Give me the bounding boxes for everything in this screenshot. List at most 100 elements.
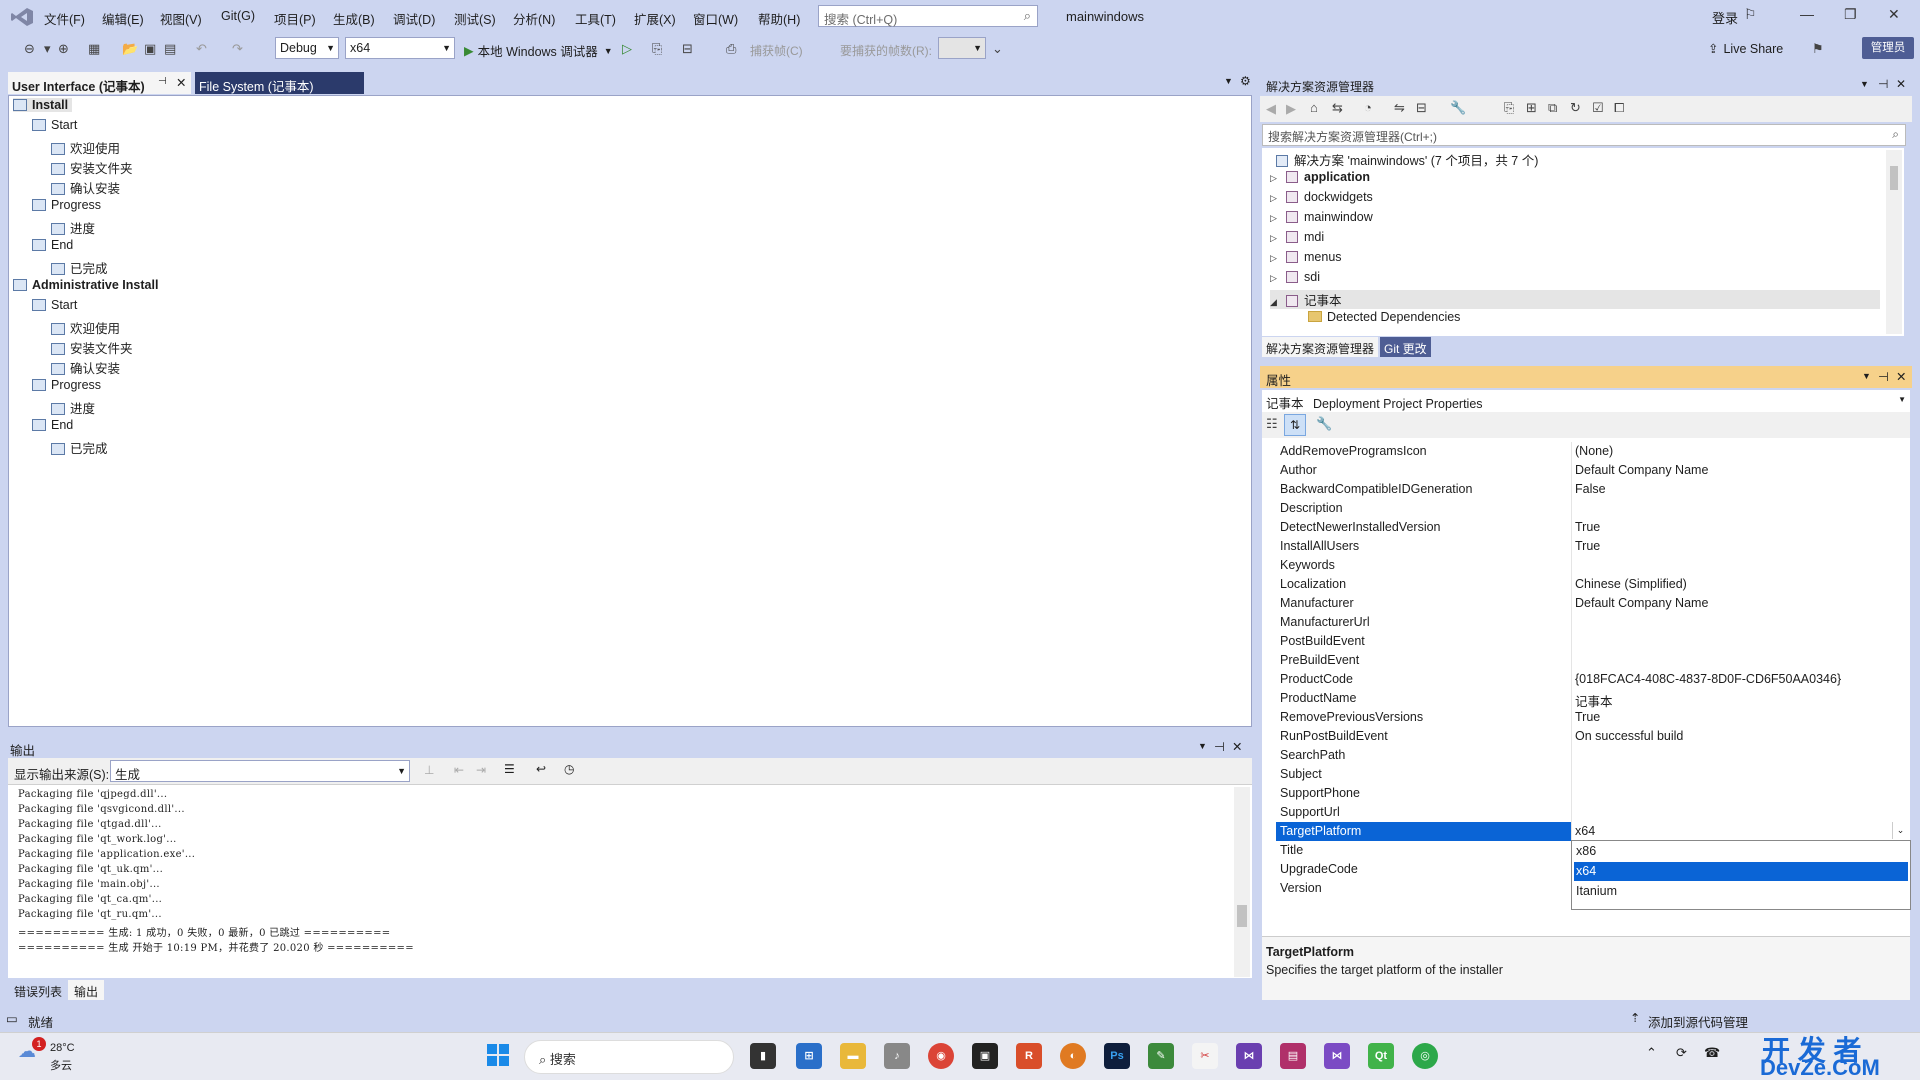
ui-tree-node[interactable]: 安装文件夹 (51, 158, 133, 177)
categorized-icon[interactable]: ☷ (1266, 416, 1278, 432)
se-forward-icon[interactable]: ▶ (1286, 101, 1296, 117)
se-pin-icon[interactable]: ⊣ (1878, 77, 1888, 91)
property-value[interactable]: Default Company Name (1575, 596, 1708, 610)
property-value[interactable]: {018FCAC4-408C-4837-8D0F-CD6F50AA0346} (1575, 672, 1841, 686)
property-row[interactable]: PreBuildEvent (1262, 651, 1910, 670)
restore-icon[interactable]: ❐ (1844, 6, 1857, 23)
dropdown-arrow-icon[interactable]: ▾ (44, 41, 51, 57)
property-pages-wrench-icon[interactable]: 🔧 (1316, 416, 1332, 432)
ui-tree-node[interactable]: Start (32, 298, 77, 312)
close-tab-icon[interactable]: ✕ (176, 75, 186, 90)
tab-solution-explorer[interactable]: 解决方案资源管理器 (1262, 337, 1379, 357)
properties-wrench-icon[interactable]: 🔧 (1450, 100, 1466, 116)
property-row[interactable]: SupportUrl (1262, 803, 1910, 822)
output-dropdown-icon[interactable]: ▼ (1198, 741, 1207, 751)
new-project-icon[interactable]: ▦ (88, 41, 100, 57)
project-node[interactable]: ▷ sdi (1270, 270, 1320, 284)
switch-views-icon[interactable]: ⇆ (1332, 100, 1343, 116)
ui-tree-node[interactable]: Progress (32, 378, 101, 392)
collapse-all-icon[interactable]: ⊟ (1416, 100, 1427, 116)
output-source-select[interactable]: 生成 ▼ (110, 760, 410, 782)
tab-file-system[interactable]: File System (记事本) (195, 72, 364, 94)
back-icon[interactable]: ⊖ (24, 41, 35, 57)
property-value[interactable]: x64 (1575, 824, 1595, 838)
se-close-icon[interactable]: ✕ (1896, 77, 1906, 91)
home-icon[interactable]: ⌂ (1310, 100, 1318, 115)
live-share-button[interactable]: ⇪ Live Share (1708, 41, 1783, 57)
project-node[interactable]: ▷ mdi (1270, 230, 1324, 244)
settings-gear-icon[interactable]: ⚙ (1240, 74, 1251, 88)
project-node[interactable]: ◢ 记事本 (1270, 290, 1880, 309)
browser-link-icon[interactable]: ⎘ (652, 41, 662, 57)
start-without-debug-icon[interactable]: ▷ (622, 41, 632, 57)
pending-changes-icon[interactable]: ◔ (1364, 100, 1372, 115)
ui-tree-node[interactable]: 进度 (51, 218, 95, 237)
collapsed-arrow-icon[interactable]: ▷ (1270, 273, 1286, 284)
account-icon[interactable]: ⚐ (1744, 6, 1757, 23)
se-dropdown-icon[interactable]: ▼ (1860, 79, 1869, 89)
menu-item[interactable]: 文件(F) (44, 9, 85, 28)
output-pin-icon[interactable]: ⊣ (1214, 739, 1225, 754)
editor-icon[interactable]: ⧠ (1614, 100, 1624, 116)
ui-tree-node[interactable]: End (32, 238, 73, 252)
layout-icon[interactable]: ⊟ (682, 41, 693, 57)
visual-studio-icon[interactable]: ⋈ (1236, 1043, 1262, 1069)
show-all-files-icon[interactable]: ⎘ (1504, 100, 1514, 116)
property-row[interactable]: BackwardCompatibleIDGeneration False (1262, 480, 1910, 499)
tray-chevron-up-icon[interactable]: ⌃ (1646, 1045, 1657, 1061)
menu-item[interactable]: 调试(D) (393, 9, 435, 28)
property-row[interactable]: Localization Chinese (Simplified) (1262, 575, 1910, 594)
toolbar-overflow-icon[interactable]: ⌄ (992, 41, 1003, 57)
output-text-area[interactable]: Packaging file 'qjpegd.dll'... Packaging … (8, 784, 1252, 978)
menu-item[interactable]: 视图(V) (160, 9, 202, 28)
property-row[interactable]: ProductName 记事本 (1262, 689, 1910, 709)
collapsed-arrow-icon[interactable]: ▷ (1270, 193, 1286, 204)
property-row[interactable]: PostBuildEvent (1262, 632, 1910, 651)
menu-item[interactable]: 测试(S) (454, 9, 496, 28)
notes-icon[interactable]: ✎ (1148, 1043, 1174, 1069)
next-message-icon[interactable]: ⇥ (476, 763, 486, 777)
menu-item[interactable]: 扩展(X) (634, 9, 676, 28)
se-scroll-thumb[interactable] (1890, 166, 1898, 190)
menu-item[interactable]: 分析(N) (513, 9, 555, 28)
prop-pin-icon[interactable]: ⊣ (1878, 369, 1889, 384)
clock-icon[interactable]: ◷ (564, 762, 574, 776)
property-value[interactable]: On successful build (1575, 729, 1683, 743)
refresh-icon[interactable]: ↻ (1570, 100, 1581, 116)
file-explorer-icon[interactable]: ▬ (840, 1043, 866, 1069)
mic-app-icon[interactable]: ♪ (884, 1043, 910, 1069)
ui-tree-node[interactable]: Administrative Install (13, 278, 158, 292)
option-x64[interactable]: x64 (1574, 862, 1908, 881)
property-row[interactable]: TargetPlatform x64 (1262, 822, 1910, 841)
frames-select[interactable]: ▼ (938, 37, 986, 59)
collapsed-arrow-icon[interactable]: ▷ (1270, 233, 1286, 244)
ui-tree-node[interactable]: 安装文件夹 (51, 338, 133, 357)
start-debugger-button[interactable]: ▶ 本地 Windows 调试器 ▼ (464, 41, 613, 60)
property-row[interactable]: InstallAllUsers True (1262, 537, 1910, 556)
tab-list-dropdown-icon[interactable]: ▼ (1224, 76, 1233, 86)
alphabetical-icon[interactable]: ⇅ (1284, 414, 1306, 436)
minimize-icon[interactable]: — (1800, 6, 1814, 22)
jetbrains-icon[interactable]: ▤ (1280, 1043, 1306, 1069)
camera-icon[interactable]: ⎙ (726, 41, 736, 57)
chrome-icon[interactable]: ◉ (928, 1043, 954, 1069)
ui-tree-node[interactable]: 欢迎使用 (51, 138, 120, 157)
collapsed-arrow-icon[interactable]: ▷ (1270, 173, 1286, 184)
menu-item[interactable]: 工具(T) (575, 9, 616, 28)
view-code-icon[interactable]: ⧉ (1548, 100, 1557, 116)
ui-tree-node[interactable]: 欢迎使用 (51, 318, 120, 337)
property-value[interactable]: (None) (1575, 444, 1613, 458)
close-icon[interactable]: ✕ (1888, 6, 1900, 23)
undo-icon[interactable]: ↶ (196, 41, 207, 57)
photoshop-icon[interactable]: Ps (1104, 1043, 1130, 1069)
menu-item[interactable]: 编辑(E) (102, 9, 144, 28)
property-value[interactable]: Chinese (Simplified) (1575, 577, 1687, 591)
se-scrollbar[interactable] (1886, 150, 1902, 334)
snipping-tool-icon[interactable]: ✂ (1192, 1043, 1218, 1069)
clear-all-icon[interactable]: ☰ (504, 762, 515, 776)
project-node[interactable]: ▷ application (1270, 170, 1370, 184)
detected-dependencies-node[interactable]: Detected Dependencies (1308, 310, 1460, 324)
property-row[interactable]: ManufacturerUrl (1262, 613, 1910, 632)
output-scrollbar[interactable] (1234, 787, 1250, 977)
menu-item[interactable]: 项目(P) (274, 9, 316, 28)
